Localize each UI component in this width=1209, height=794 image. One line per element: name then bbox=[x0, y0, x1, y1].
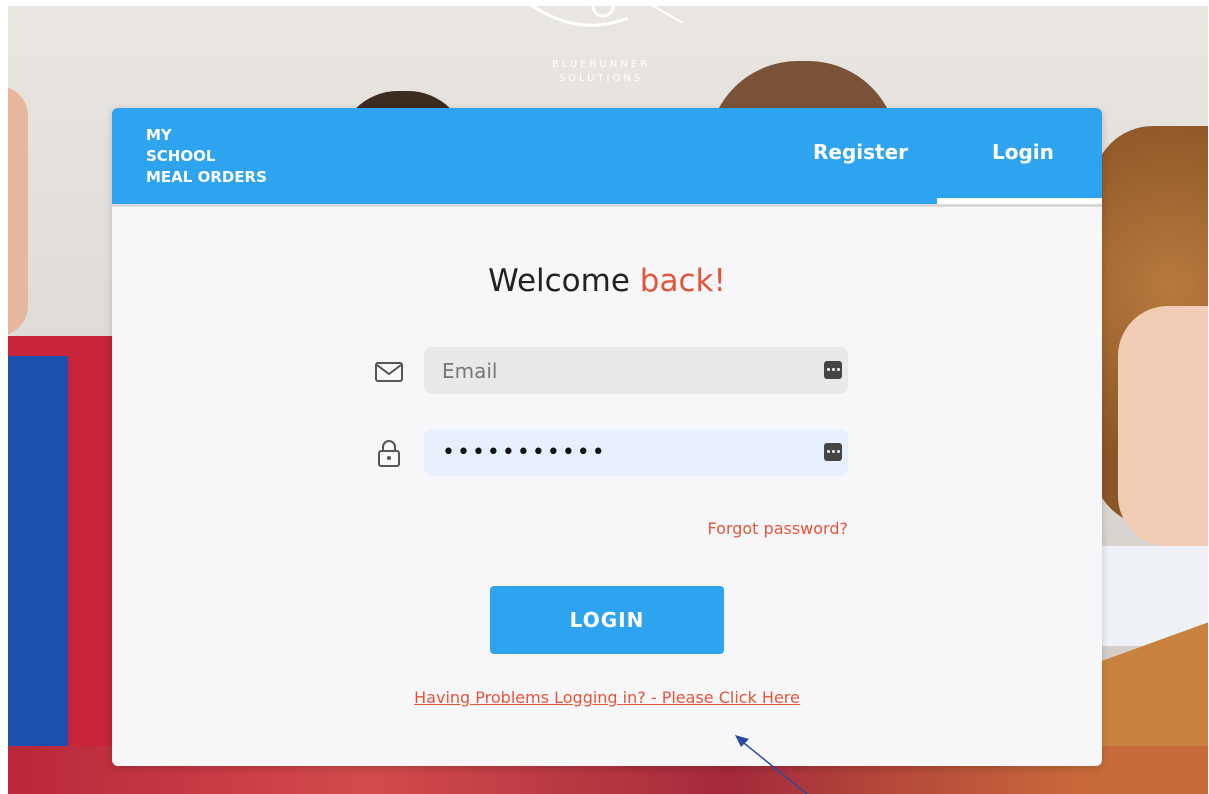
welcome-text: Welcome bbox=[488, 263, 630, 299]
bg-shape bbox=[8, 356, 68, 794]
tab-login[interactable]: Login bbox=[992, 140, 1054, 164]
password-manager-icon[interactable] bbox=[824, 443, 842, 461]
lock-icon bbox=[378, 440, 400, 467]
brand-logo-icon bbox=[529, 6, 684, 27]
app-title-line: SCHOOL bbox=[146, 147, 216, 165]
welcome-heading: Welcome back! bbox=[112, 263, 1102, 299]
email-field-wrapper bbox=[424, 347, 848, 394]
app-title[interactable]: MY SCHOOL MEAL ORDERS bbox=[146, 125, 267, 188]
header-shadow bbox=[112, 204, 1102, 207]
envelope-icon bbox=[375, 362, 403, 382]
background-photo: BLUERUNNER SOLUTIONS MY SCHOOL MEAL ORDE… bbox=[8, 6, 1208, 794]
welcome-accent: back! bbox=[639, 263, 726, 299]
brand-line-2: SOLUTIONS bbox=[558, 73, 644, 84]
password-field-wrapper bbox=[424, 429, 848, 476]
app-title-line: MY bbox=[146, 126, 172, 144]
login-button[interactable]: LOGIN bbox=[490, 586, 724, 654]
annotation-arrow-icon bbox=[735, 735, 809, 794]
brand-line-1: BLUERUNNER bbox=[551, 59, 651, 70]
password-manager-icon[interactable] bbox=[824, 361, 842, 379]
login-help-link[interactable]: Having Problems Logging in? - Please Cli… bbox=[112, 688, 1102, 707]
forgot-password-link[interactable]: Forgot password? bbox=[652, 519, 848, 538]
email-input[interactable] bbox=[424, 347, 848, 394]
login-card: MY SCHOOL MEAL ORDERS Register Login Wel… bbox=[112, 108, 1102, 766]
password-input[interactable] bbox=[424, 429, 848, 476]
tab-register[interactable]: Register bbox=[813, 140, 908, 164]
bg-shape bbox=[8, 86, 28, 336]
app-header: MY SCHOOL MEAL ORDERS Register Login bbox=[112, 108, 1102, 204]
brand-wordmark: BLUERUNNER SOLUTIONS bbox=[536, 58, 666, 86]
bg-shape bbox=[1118, 306, 1208, 546]
app-title-line: MEAL ORDERS bbox=[146, 168, 267, 186]
